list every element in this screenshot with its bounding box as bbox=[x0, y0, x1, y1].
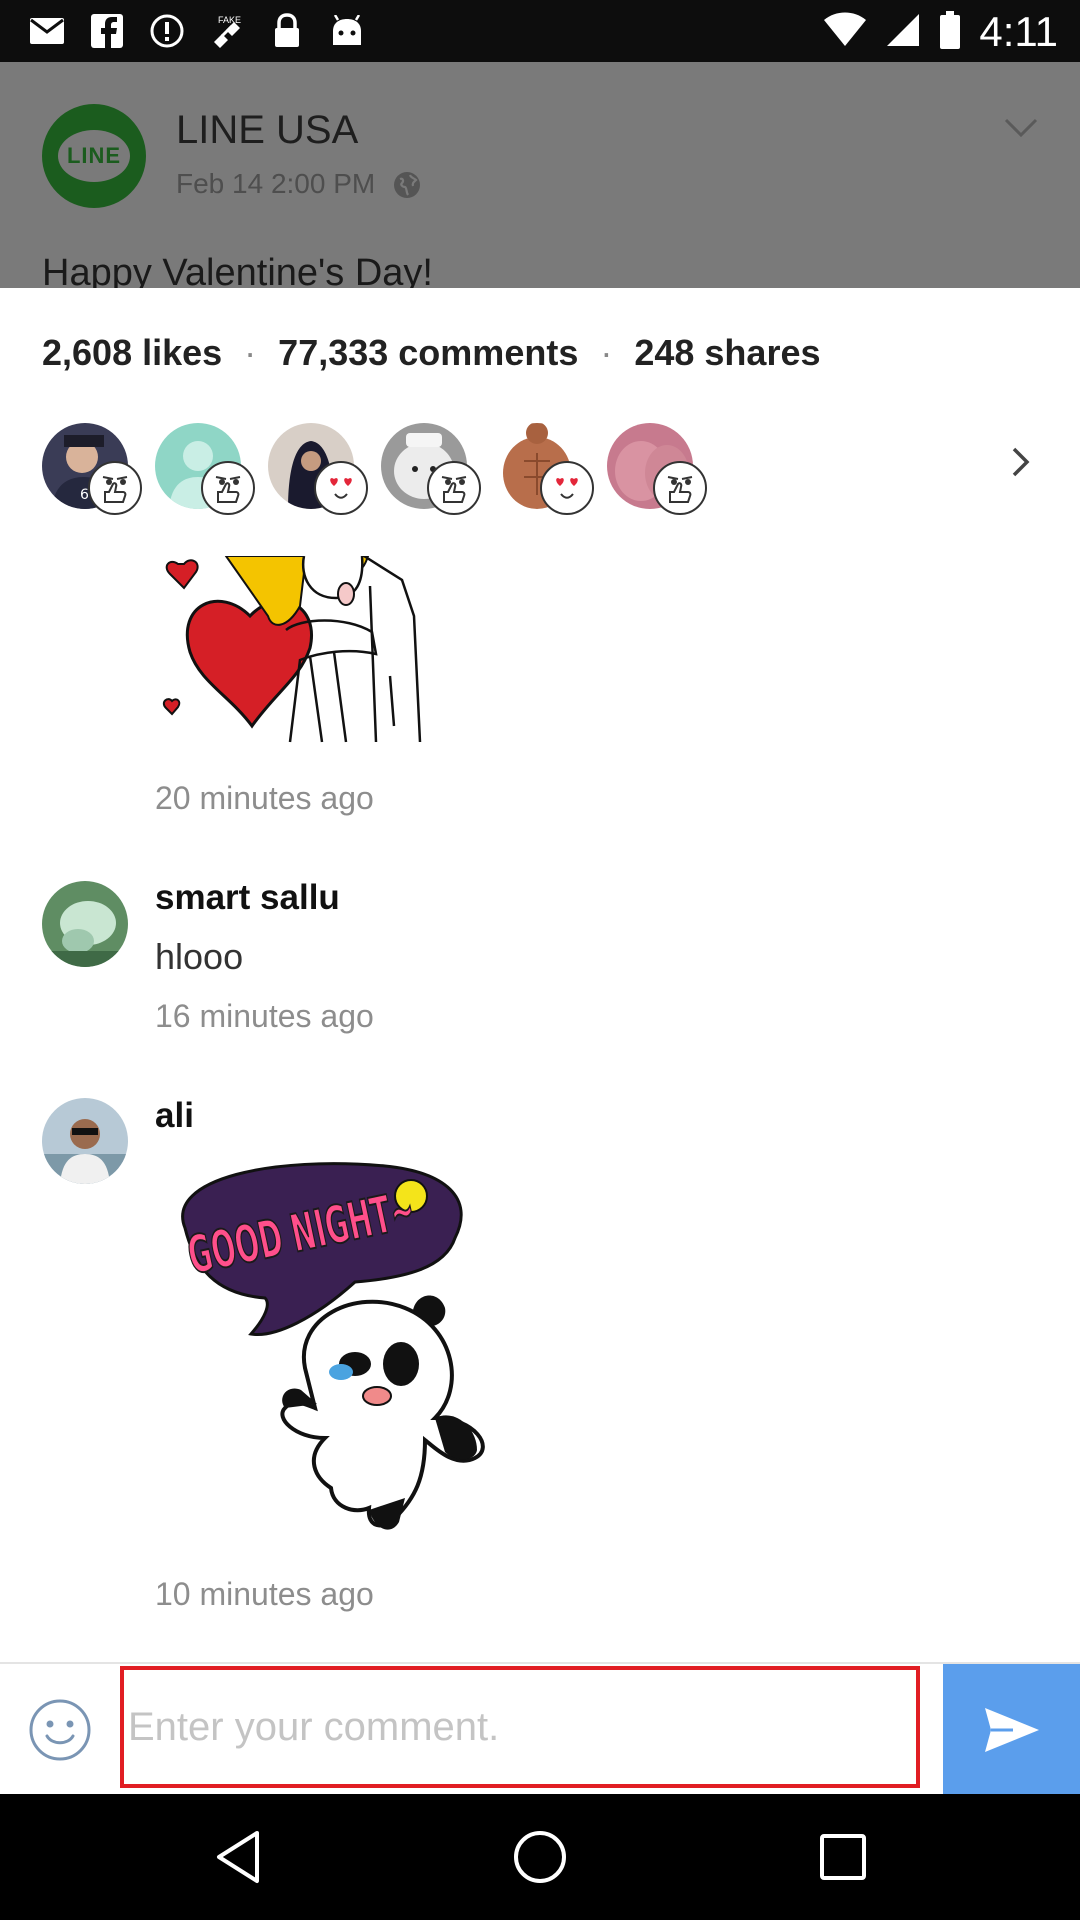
chevron-right-icon[interactable] bbox=[1010, 445, 1032, 484]
shares-count[interactable]: 248 shares bbox=[634, 332, 820, 374]
heart-eyes-reaction-icon bbox=[540, 461, 594, 515]
commenter-name[interactable]: smart sallu bbox=[155, 878, 340, 918]
comments-sheet: 2,608 likes · 77,333 comments · 248 shar… bbox=[0, 288, 1080, 1662]
comment-time: 10 minutes ago bbox=[155, 1576, 374, 1612]
home-nav-icon[interactable] bbox=[510, 1827, 570, 1887]
post-header: LINE LINE USA Feb 14 2:00 PM Happy Valen… bbox=[0, 62, 1080, 288]
post-text: Happy Valentine's Day! bbox=[42, 252, 433, 288]
good-night-panda-sticker: GOOD NIGHT~ bbox=[155, 1158, 575, 1558]
comment-input[interactable] bbox=[120, 1666, 920, 1788]
thumbs-up-reaction-icon bbox=[88, 461, 142, 515]
send-icon bbox=[984, 1708, 1039, 1752]
alert-icon bbox=[148, 12, 186, 50]
reactors-row[interactable]: 6 bbox=[42, 423, 1042, 515]
comment-time: 20 minutes ago bbox=[155, 780, 374, 816]
reactor-avatar[interactable] bbox=[607, 423, 707, 515]
post-date: Feb 14 2:00 PM bbox=[176, 168, 376, 199]
comments-count[interactable]: 77,333 comments bbox=[278, 332, 578, 374]
comment-input-bar bbox=[0, 1662, 1080, 1796]
post-author-name[interactable]: LINE USA bbox=[176, 108, 358, 153]
status-time: 4:11 bbox=[979, 8, 1058, 55]
wifi-icon bbox=[823, 12, 867, 53]
reactor-avatar[interactable] bbox=[494, 423, 594, 515]
stats-separator: · bbox=[244, 332, 257, 373]
status-bar: FAKE 4:11 bbox=[0, 0, 1080, 62]
send-button[interactable] bbox=[943, 1664, 1080, 1796]
avatar[interactable] bbox=[42, 881, 128, 967]
reactor-avatar[interactable] bbox=[381, 423, 481, 515]
avatar[interactable] bbox=[42, 1098, 128, 1184]
heart-eyes-reaction-icon bbox=[314, 461, 368, 515]
reactor-avatar[interactable] bbox=[268, 423, 368, 515]
commenter-name[interactable]: ali bbox=[155, 1096, 194, 1136]
line-logo-text: LINE bbox=[66, 143, 122, 168]
fake-gps-icon: FAKE bbox=[208, 12, 246, 50]
thumbs-up-reaction-icon bbox=[427, 461, 481, 515]
stats-separator: · bbox=[600, 332, 613, 373]
comment-text: hlooo bbox=[155, 936, 244, 977]
valentine-kiss-sticker bbox=[150, 556, 530, 751]
thumbs-up-reaction-icon bbox=[201, 461, 255, 515]
thumbs-up-reaction-icon bbox=[653, 461, 707, 515]
post-stats: 2,608 likes · 77,333 comments · 248 shar… bbox=[42, 332, 821, 374]
emoji-icon[interactable] bbox=[28, 1698, 92, 1762]
status-icons-right: 4:11 bbox=[823, 8, 1058, 56]
lock-icon bbox=[268, 12, 306, 50]
battery-icon bbox=[939, 10, 961, 54]
back-nav-icon[interactable] bbox=[208, 1827, 268, 1887]
android-icon bbox=[328, 12, 366, 50]
recents-nav-icon[interactable] bbox=[813, 1827, 873, 1887]
globe-icon bbox=[392, 170, 422, 205]
reactor-avatar[interactable] bbox=[155, 423, 255, 515]
facebook-icon bbox=[88, 12, 126, 50]
status-icons-left: FAKE bbox=[28, 12, 366, 50]
line-logo: LINE bbox=[42, 104, 146, 208]
svg-text:FAKE: FAKE bbox=[218, 15, 241, 25]
navigation-bar bbox=[0, 1794, 1080, 1920]
comment-time: 16 minutes ago bbox=[155, 998, 374, 1034]
likes-count[interactable]: 2,608 likes bbox=[42, 332, 222, 374]
reactor-avatar[interactable]: 6 bbox=[42, 423, 142, 515]
signal-icon bbox=[885, 12, 921, 53]
mail-icon bbox=[28, 12, 66, 50]
chevron-down-icon[interactable] bbox=[1004, 118, 1038, 143]
